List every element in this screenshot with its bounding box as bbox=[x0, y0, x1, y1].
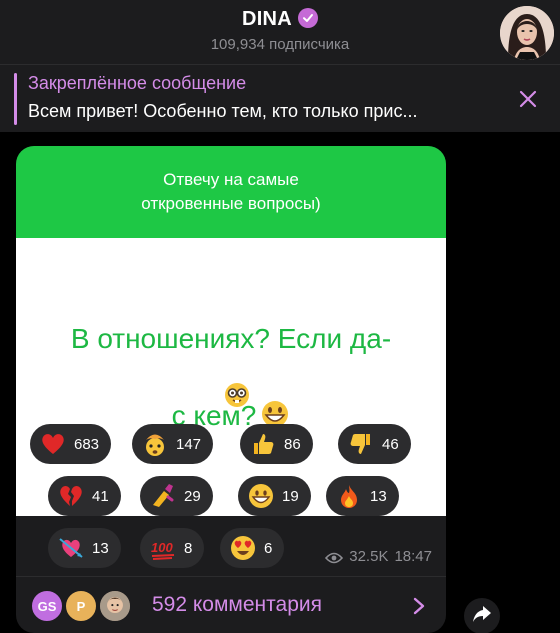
reaction-count: 8 bbox=[184, 539, 193, 557]
hundred-points-icon: 100 bbox=[150, 535, 176, 561]
reaction-count: 683 bbox=[74, 435, 100, 453]
svg-text:100: 100 bbox=[151, 540, 173, 555]
pinned-title: Закреплённое сообщение bbox=[28, 73, 247, 93]
reaction-heart-eyes[interactable]: 6 bbox=[220, 528, 285, 568]
post-caption-text: NE в отношениях bbox=[34, 383, 212, 408]
post-image-question-text: В отношениях? Если да- с кем? bbox=[70, 322, 392, 431]
avatar-initials: P bbox=[76, 598, 86, 614]
commenter-avatar: GS bbox=[30, 589, 64, 623]
channel-avatar[interactable] bbox=[500, 6, 554, 60]
reaction-count: 147 bbox=[176, 435, 202, 453]
channel-name: DINA bbox=[241, 8, 293, 30]
pinned-message-bar[interactable]: Закреплённое сообщение Всем привет! Особ… bbox=[0, 64, 560, 132]
post-caption: NE в отношениях bbox=[34, 382, 250, 409]
reaction-count: 46 bbox=[382, 435, 399, 453]
channel-header[interactable]: DINA 109,934 подписчика bbox=[0, 0, 560, 64]
nerd-face-icon bbox=[224, 382, 250, 408]
pinned-text: Всем привет! Особенно тем, кто только пр… bbox=[28, 101, 418, 121]
reaction-count: 41 bbox=[92, 487, 109, 505]
channel-post[interactable]: Отвечу на самые откровенные вопросы) В о… bbox=[16, 146, 446, 576]
fire-icon bbox=[336, 483, 362, 509]
reaction-fire[interactable]: 13 bbox=[326, 476, 399, 516]
thumbs-up-icon bbox=[250, 431, 276, 457]
reaction-thumbs-down[interactable]: 46 bbox=[338, 424, 411, 464]
close-icon[interactable] bbox=[518, 89, 538, 109]
subscriber-count: 109,934 подписчика bbox=[210, 36, 350, 53]
post-image-banner-text: Отвечу на самые откровенные вопросы) bbox=[141, 170, 321, 213]
channel-title: DINA bbox=[0, 8, 560, 31]
red-heart-icon bbox=[40, 431, 66, 457]
reaction-red-heart[interactable]: 683 bbox=[30, 424, 112, 464]
exploding-head-icon bbox=[142, 431, 168, 457]
share-icon bbox=[472, 605, 492, 628]
reaction-count: 13 bbox=[92, 539, 109, 557]
commenter-avatar: P bbox=[64, 589, 98, 623]
reaction-count: 86 bbox=[284, 435, 301, 453]
heart-arrow-icon bbox=[58, 535, 84, 561]
broken-heart-icon bbox=[58, 483, 84, 509]
reaction-grinning-face[interactable]: 19 bbox=[238, 476, 311, 516]
reaction-count: 6 bbox=[264, 539, 273, 557]
heart-eyes-icon bbox=[230, 535, 256, 561]
comments-button[interactable]: GS P 592 комментария bbox=[16, 576, 446, 633]
eye-icon bbox=[325, 551, 344, 563]
grinning-face-icon bbox=[248, 483, 274, 509]
post-image-question[interactable]: В отношениях? Если да- с кем? bbox=[16, 238, 446, 516]
post-time: 18:47 bbox=[394, 548, 432, 565]
grinning-face-icon bbox=[260, 359, 290, 427]
reaction-broken-heart[interactable]: 41 bbox=[48, 476, 121, 516]
reaction-heart-arrow[interactable]: 13 bbox=[48, 528, 121, 568]
reaction-count: 13 bbox=[370, 487, 387, 505]
pinned-indicator bbox=[14, 73, 17, 125]
reaction-exploding-head[interactable]: 147 bbox=[132, 424, 214, 464]
post-meta: 32.5K 18:47 bbox=[325, 548, 432, 565]
post-image-banner: Отвечу на самые откровенные вопросы) bbox=[16, 146, 446, 238]
comments-count: 592 комментария bbox=[152, 593, 322, 616]
thumbs-down-icon bbox=[348, 431, 374, 457]
reaction-count: 29 bbox=[184, 487, 201, 505]
avatar-initials: GS bbox=[37, 598, 57, 614]
nail-polish-icon bbox=[150, 483, 176, 509]
reaction-nail-polish[interactable]: 29 bbox=[140, 476, 213, 516]
reaction-hundred-points[interactable]: 100 8 bbox=[140, 528, 205, 568]
chevron-right-icon bbox=[412, 597, 426, 615]
reaction-thumbs-up[interactable]: 86 bbox=[240, 424, 313, 464]
view-count: 32.5K bbox=[349, 548, 389, 565]
share-button[interactable] bbox=[464, 598, 500, 633]
verified-badge-icon bbox=[298, 8, 319, 28]
reaction-count: 19 bbox=[282, 487, 299, 505]
commenter-avatar-photo bbox=[98, 589, 132, 623]
